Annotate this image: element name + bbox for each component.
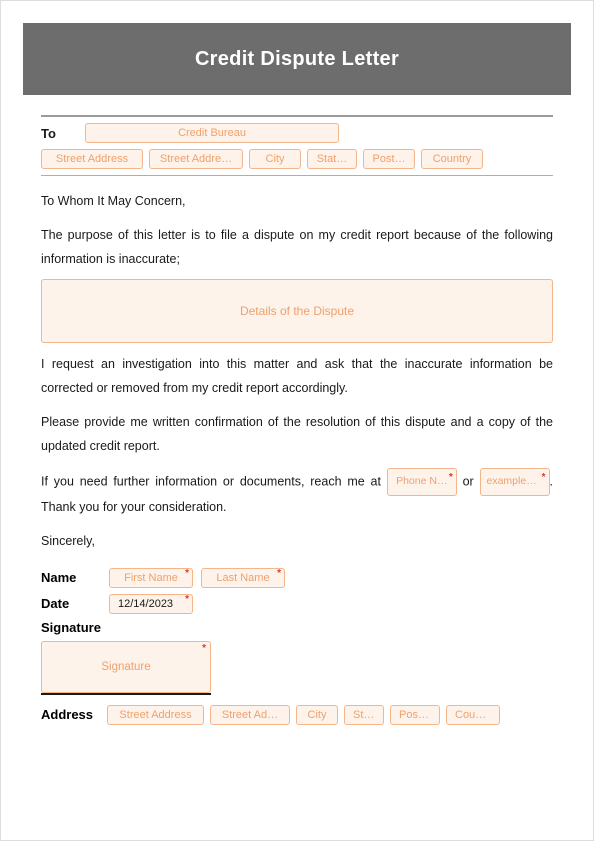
to-street1-field[interactable]: Street Address xyxy=(41,149,143,169)
email-field[interactable]: example@…* xyxy=(480,468,550,496)
paragraph-investigation: I request an investigation into this mat… xyxy=(41,353,553,401)
address-row: Address Street Address Street Ad… City S… xyxy=(41,705,553,725)
phone-field[interactable]: Phone N…* xyxy=(387,468,457,496)
page-title: Credit Dispute Letter xyxy=(195,48,399,71)
addr-country-field[interactable]: Coun… xyxy=(446,705,500,725)
signature-underline xyxy=(41,693,211,695)
paragraph-confirmation: Please provide me written confirmation o… xyxy=(41,411,553,459)
to-address-row: Street Address Street Addre… City Stat… … xyxy=(41,149,553,169)
to-state-field[interactable]: Stat… xyxy=(307,149,357,169)
credit-bureau-field[interactable]: Credit Bureau xyxy=(85,123,339,143)
header-band: Credit Dispute Letter xyxy=(23,23,571,95)
to-label: To xyxy=(41,126,79,141)
signature-field[interactable]: Signature* xyxy=(41,641,211,693)
to-country-field[interactable]: Country xyxy=(421,149,483,169)
addr-street2-field[interactable]: Street Ad… xyxy=(210,705,290,725)
salutation: To Whom It May Concern, xyxy=(41,190,553,214)
addr-state-field[interactable]: Sta… xyxy=(344,705,384,725)
signature-section: Name First Name* Last Name* Date 12/14/2… xyxy=(41,568,553,725)
paragraph-purpose: The purpose of this letter is to file a … xyxy=(41,224,553,272)
to-street2-field[interactable]: Street Addre… xyxy=(149,149,243,169)
addr-city-field[interactable]: City xyxy=(296,705,338,725)
contact-text-a: If you need further information or docum… xyxy=(41,475,381,489)
address-label: Address xyxy=(41,707,101,722)
last-name-field[interactable]: Last Name* xyxy=(201,568,285,588)
date-row: Date 12/14/2023* xyxy=(41,594,553,614)
to-post-field[interactable]: Post… xyxy=(363,149,415,169)
divider-mid xyxy=(41,175,553,176)
dispute-details-field[interactable]: Details of the Dispute xyxy=(41,279,553,343)
addr-street1-field[interactable]: Street Address xyxy=(107,705,204,725)
addr-post-field[interactable]: Post… xyxy=(390,705,440,725)
name-row: Name First Name* Last Name* xyxy=(41,568,553,588)
contact-text-b: or xyxy=(463,475,474,489)
signature-label-row: Signature xyxy=(41,620,553,635)
signature-label: Signature xyxy=(41,620,101,635)
content-area: To Credit Bureau Street Address Street A… xyxy=(1,95,593,725)
to-city-field[interactable]: City xyxy=(249,149,301,169)
closing: Sincerely, xyxy=(41,530,553,554)
first-name-field[interactable]: First Name* xyxy=(109,568,193,588)
to-row: To Credit Bureau xyxy=(41,123,553,143)
paragraph-contact: If you need further information or docum… xyxy=(41,468,553,520)
date-label: Date xyxy=(41,596,101,611)
name-label: Name xyxy=(41,570,101,585)
divider-top xyxy=(41,115,553,117)
date-field[interactable]: 12/14/2023* xyxy=(109,594,193,614)
